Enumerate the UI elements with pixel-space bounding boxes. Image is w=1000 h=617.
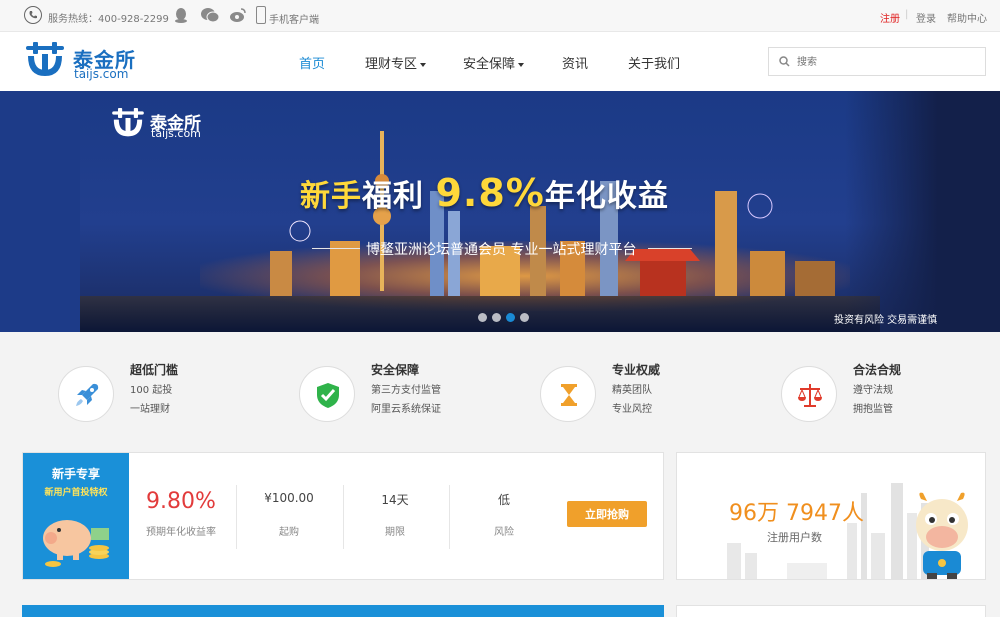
section-bar	[22, 605, 664, 617]
feature-compliance: 合法合规 遵守法规 拥抱监管	[781, 360, 1000, 430]
headline-part: 福利	[362, 179, 436, 214]
nav-about[interactable]: 关于我们	[628, 53, 680, 72]
carousel-dot[interactable]	[478, 313, 487, 322]
annual-rate-value: 9.80%	[146, 489, 216, 514]
min-invest-value: ¥100.00	[264, 491, 314, 505]
subline-rule	[648, 248, 692, 249]
newbie-title: 新手专享	[51, 467, 100, 481]
weibo-icon[interactable]	[229, 6, 247, 24]
annual-rate-label: 预期年化收益率	[146, 527, 216, 538]
shield-icon	[299, 366, 355, 422]
mobile-client-link[interactable]: 手机客户端	[269, 11, 319, 26]
registered-user-count: 96万 7947人	[729, 501, 864, 526]
headline-part: 新手	[300, 179, 362, 214]
banner-logo-domain: taijs.com	[151, 127, 201, 140]
chevron-down-icon	[420, 62, 427, 67]
feature-title: 专业权威	[612, 363, 661, 377]
logo-icon[interactable]	[24, 42, 66, 82]
login-link[interactable]: 登录	[916, 10, 936, 25]
separator: |	[905, 9, 909, 20]
carousel-dot[interactable]	[520, 313, 529, 322]
risk-label: 风险	[494, 527, 514, 538]
register-link[interactable]: 注册	[880, 10, 900, 25]
feature-line: 100 起投	[130, 385, 173, 396]
banner-edge	[0, 91, 80, 332]
scale-icon	[781, 366, 837, 422]
carousel-dot-active[interactable]	[506, 313, 515, 322]
risk-value: 低	[497, 493, 510, 507]
feature-line: 精英团队	[612, 385, 652, 396]
nav-finance[interactable]: 理财专区	[365, 53, 427, 72]
nav-finance-label: 理财专区	[365, 57, 418, 72]
min-invest-label: 起购	[279, 527, 299, 538]
buy-now-button[interactable]: 立即抢购	[567, 501, 647, 527]
newbie-subtitle: 新用户首投特权	[44, 488, 108, 498]
search-input[interactable]	[797, 54, 977, 70]
nav-home[interactable]: 首页	[299, 53, 325, 72]
piggy-bank-icon	[43, 520, 109, 567]
feature-low-threshold: 超低门槛 100 起投 一站理财	[58, 360, 298, 430]
feature-security: 安全保障 第三方支付监管 阿里云系统保证	[299, 360, 539, 430]
wechat-icon[interactable]	[200, 6, 220, 24]
subline-rule	[312, 248, 360, 249]
chevron-down-icon	[518, 62, 525, 67]
carousel-dot[interactable]	[492, 313, 501, 322]
nav-news[interactable]: 资讯	[562, 53, 588, 72]
main-header: 泰金所 taijs.com 首页 理财专区 安全保障 资讯 关于我们	[0, 32, 1000, 91]
feature-line: 第三方支付监管	[371, 385, 441, 396]
cow-mascot-icon	[916, 492, 968, 579]
term-value: 14天	[381, 493, 409, 507]
banner-subline: 博鳌亚洲论坛普通会员 专业一站式理财平台	[366, 242, 637, 258]
headline-part: 年化收益	[544, 179, 669, 214]
logo-domain[interactable]: taijs.com	[74, 67, 128, 81]
headline-rate: 9.8%	[435, 171, 545, 215]
side-panel	[676, 605, 986, 617]
qq-icon[interactable]	[172, 6, 190, 24]
feature-title: 超低门槛	[130, 363, 179, 377]
nav-security[interactable]: 安全保障	[463, 53, 525, 72]
term-label: 期限	[385, 527, 405, 538]
feature-line: 专业风控	[612, 404, 652, 415]
feature-title: 安全保障	[371, 363, 420, 377]
hourglass-icon	[540, 366, 596, 422]
risk-notice: 投资有风险 交易需谨慎	[834, 315, 938, 326]
feature-line: 遵守法规	[853, 385, 893, 396]
mobile-icon[interactable]	[256, 6, 266, 24]
nav-security-label: 安全保障	[463, 57, 516, 72]
phone-icon	[24, 6, 42, 24]
divider	[449, 485, 450, 549]
feature-authority: 专业权威 精英团队 专业风控	[540, 360, 780, 430]
feature-title: 合法合规	[853, 363, 902, 377]
registered-users-card: 96万 7947人 注册用户数	[676, 452, 986, 580]
divider	[343, 485, 344, 549]
feature-line: 一站理财	[130, 404, 170, 415]
service-hotline: 服务热线：400-928-2299	[48, 14, 169, 25]
banner-edge	[845, 91, 1000, 332]
divider	[236, 485, 237, 549]
hero-banner[interactable]: 泰金所 taijs.com 新手福利 9.8%年化收益 博鳌亚洲论坛普通会员 专…	[0, 91, 1000, 332]
help-center-link[interactable]: 帮助中心	[947, 10, 987, 25]
feature-line: 阿里云系统保证	[371, 404, 441, 415]
search-box[interactable]	[768, 47, 986, 76]
banner-headline: 新手福利 9.8%年化收益	[300, 171, 669, 215]
newbie-badge: 新手专享 新用户首投特权	[23, 453, 129, 579]
rocket-icon	[58, 366, 114, 422]
search-icon[interactable]	[779, 56, 790, 67]
newbie-product-card[interactable]: 新手专享 新用户首投特权 9.80% 预期年化收益率 ¥100.00 起购 14…	[22, 452, 664, 580]
registered-user-label: 注册用户数	[767, 531, 822, 544]
banner-logo-icon	[110, 108, 146, 142]
top-bar: 服务热线：400-928-2299 手机客户端 注册 | 登录 帮助中心	[0, 0, 1000, 32]
feature-line: 拥抱监管	[853, 404, 893, 415]
